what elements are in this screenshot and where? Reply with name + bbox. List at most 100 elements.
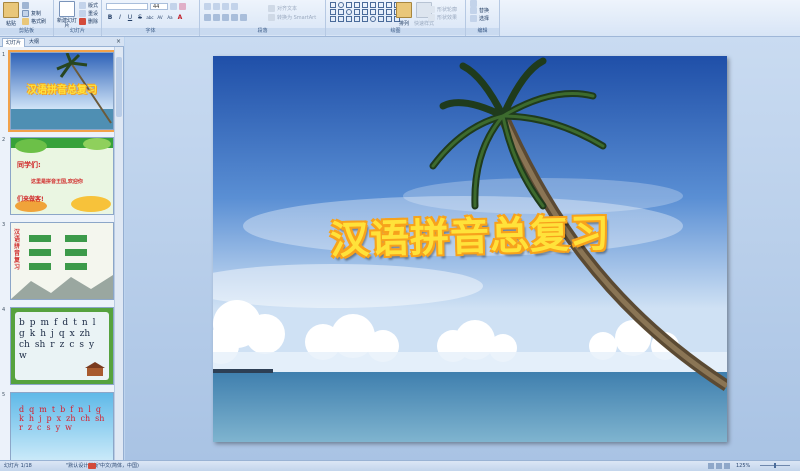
thumbnail-scrollbar[interactable] [114,47,123,460]
arrange-button[interactable]: 排列 [396,2,412,27]
eraser-icon [179,3,186,10]
numbering-icon [213,3,220,10]
align-left-icon[interactable] [204,14,211,21]
underline-button[interactable]: U [126,14,134,22]
group-paragraph: 对齐文本 转换为 SmartArt 段落 [200,0,326,36]
group-slides: 新建幻灯片 版式 重设 删除 幻灯片 [54,0,102,36]
group-clipboard: 粘贴 复制 格式刷 剪贴板 [0,0,54,36]
outdent-icon [231,3,238,10]
shape-gallery[interactable] [330,2,401,22]
panel-tabs: 幻灯片 大纲 × [0,37,124,47]
thumbnail-number: 1 [2,52,6,58]
spacing-button[interactable]: AV [156,14,164,22]
thumbnail-vertical-title: 汉语拼音复习 [14,229,21,271]
new-slide-icon [59,1,75,17]
reset-icon [79,10,86,17]
bullets-button[interactable] [204,3,238,10]
bullets-icon [204,3,211,10]
format-painter-button[interactable]: 格式刷 [22,18,46,25]
thumbnail-text: 们来做客! [17,196,44,203]
indent-icon [222,3,229,10]
case-button[interactable]: Aa [166,14,174,22]
slideshow-view-icon[interactable] [724,463,730,469]
shadow-button[interactable]: abc [146,14,154,22]
layout-button[interactable]: 版式 [79,2,98,9]
group-label-font: 字体 [102,28,199,35]
zoom-slider-handle[interactable] [774,463,776,468]
outline-icon [428,6,435,13]
close-icon[interactable]: × [116,38,121,45]
clear-format-button[interactable] [179,3,186,10]
group-label-paragraph: 段落 [200,28,325,35]
thumbnail-slide-5[interactable]: dqmtbfnl gkhjpx zh ch sh r z c s yw [10,392,114,460]
thumbnail-letters: dqmtbfnl gkhjpx zh ch sh r z c s yw [19,405,105,432]
delete-icon [79,18,86,25]
align-text-icon [268,5,275,12]
arrange-icon [396,2,412,18]
font-size-combo[interactable]: 44 [150,3,168,10]
scrollbar-thumb[interactable] [116,57,122,117]
bold-button[interactable]: B [106,14,114,22]
brush-icon [22,18,29,25]
spellcheck-icon[interactable] [88,463,96,469]
group-label-slides: 幻灯片 [54,28,101,35]
tab-outline[interactable]: 大纲 [26,38,42,46]
slide-canvas: 汉语拼音总复习 [125,37,800,460]
italic-button[interactable]: I [116,14,124,22]
group-label-clipboard: 剪贴板 [0,28,53,35]
thumbnail-number: 5 [2,392,6,398]
align-text-button[interactable]: 对齐文本 [268,5,297,12]
group-label-drawing: 绘图 [326,28,465,35]
thumbnail-letters: bpmfdtnl gkhjqx zh ch sh r z c s yw [19,318,96,361]
shape-effects-button[interactable]: 形状效果 [428,14,457,21]
find-icon [470,0,477,7]
smartart-button[interactable]: 转换为 SmartArt [268,14,316,21]
thumbnail-slide-2[interactable]: 同学们: 这里是拼音王国,欢迎你 们来做客! [10,137,114,215]
font-name-combo[interactable] [106,3,148,10]
shape-outline-button[interactable]: 形状轮廓 [428,6,457,13]
grow-font-button[interactable] [170,3,177,10]
thumbnail-menu-art [11,235,113,299]
cut-button[interactable] [22,2,29,9]
justify-icon[interactable] [231,14,238,21]
align-right-icon[interactable] [222,14,229,21]
normal-view-icon[interactable] [708,463,714,469]
thumbnail-slide-3[interactable]: 汉语拼音复习 [10,222,114,300]
house-icon [85,362,105,376]
replace-icon [470,7,477,14]
paste-button[interactable]: 粘贴 [3,2,19,27]
thumbnail-text: 这里是拼音王国,欢迎你 [31,179,83,185]
strike-button[interactable]: S [136,14,144,22]
effects-icon [428,14,435,21]
smartart-icon [268,14,275,21]
group-label-editing: 编辑 [466,28,499,35]
delete-slide-button[interactable]: 删除 [79,18,98,25]
group-drawing: 排列 快速样式 形状轮廓 形状效果 绘图 [326,0,466,36]
copy-icon [22,10,29,17]
sorter-view-icon[interactable] [716,463,722,469]
replace-button[interactable]: 替换 [470,7,489,14]
scissors-icon [22,2,29,9]
group-font: 44 B I U S abc AV Aa A 字体 [102,0,200,36]
tab-slides[interactable]: 幻灯片 [2,38,26,47]
slide-panel: 幻灯片 大纲 × 1 汉语拼音总复习 2 同学们: 这里是拼音王国,欢迎你 们来… [0,37,124,460]
font-grow-icon [170,3,177,10]
thumbnail-number: 4 [2,307,6,313]
paste-icon [3,2,19,18]
new-slide-button[interactable]: 新建幻灯片 [57,1,77,29]
reset-button[interactable]: 重设 [79,10,98,17]
thumbnail-title: 汉语拼音总复习 [27,85,97,96]
select-icon [470,15,477,22]
status-bar: 幻灯片 1/18 "默认设计模板" 中文(简体，中国) 125% [0,460,800,471]
select-button[interactable]: 选择 [470,15,489,22]
copy-button[interactable]: 复制 [22,10,41,17]
columns-icon[interactable] [240,14,247,21]
align-center-icon[interactable] [213,14,220,21]
thumbnail-number: 2 [2,137,6,143]
find-button[interactable] [470,0,477,7]
font-color-button[interactable]: A [176,14,184,22]
layout-icon [79,2,86,9]
thumbnail-slide-1[interactable]: 汉语拼音总复习 [8,50,116,132]
thumbnail-slide-4[interactable]: bpmfdtnl gkhjqx zh ch sh r z c s yw [10,307,114,385]
current-slide[interactable]: 汉语拼音总复习 [213,56,727,442]
